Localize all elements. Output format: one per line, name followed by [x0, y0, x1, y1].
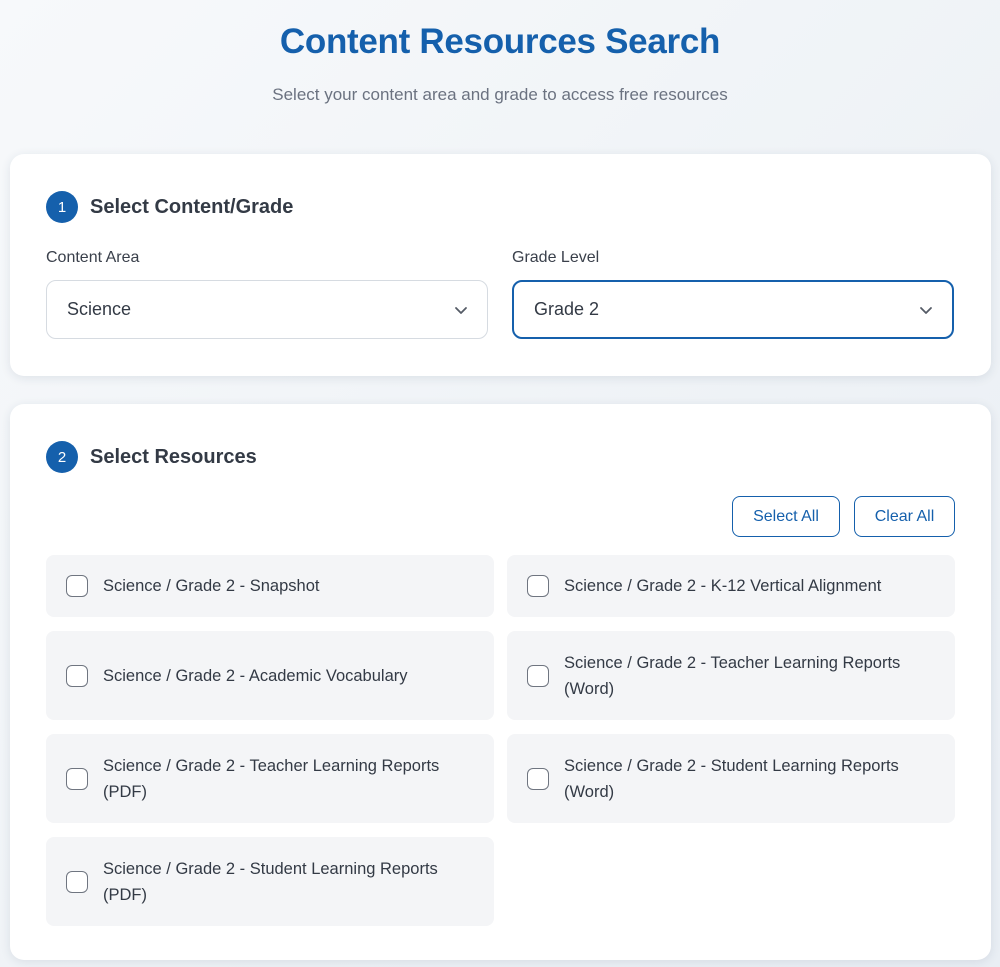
resource-label: Science / Grade 2 - Teacher Learning Rep…: [564, 653, 901, 698]
grade-level-value: Grade 2: [534, 299, 600, 319]
grade-level-select[interactable]: Grade 2: [512, 280, 954, 339]
chevron-down-icon: [455, 306, 467, 314]
grade-level-label: Grade Level: [512, 249, 600, 266]
content-area-label: Content Area: [46, 249, 140, 266]
resource-item-snapshot[interactable]: Science / Grade 2 - Snapshot: [46, 555, 494, 617]
resource-label: Science / Grade 2 - K-12 Vertical Alignm…: [564, 577, 882, 595]
resource-item-academic-vocabulary[interactable]: Science / Grade 2 - Academic Vocabulary: [46, 631, 494, 720]
resource-label: Science / Grade 2 - Student Learning Rep…: [564, 756, 899, 801]
resource-label: Science / Grade 2 - Teacher Learning Rep…: [103, 756, 440, 801]
resource-item-teacher-reports-pdf[interactable]: Science / Grade 2 - Teacher Learning Rep…: [46, 734, 494, 823]
checkbox-unchecked-icon[interactable]: [527, 575, 549, 597]
checkbox-unchecked-icon[interactable]: [66, 664, 88, 687]
checkbox-unchecked-icon[interactable]: [66, 575, 88, 597]
page-subtitle: Select your content area and grade to ac…: [272, 85, 728, 104]
checkbox-unchecked-icon[interactable]: [527, 767, 549, 790]
resource-item-student-reports-pdf[interactable]: Science / Grade 2 - Student Learning Rep…: [46, 837, 494, 926]
chevron-down-icon: [920, 306, 932, 314]
checkbox-unchecked-icon[interactable]: [66, 767, 88, 790]
resource-label: Science / Grade 2 - Snapshot: [103, 577, 320, 595]
content-area-value: Science: [67, 299, 132, 319]
resource-item-student-reports-word[interactable]: Science / Grade 2 - Student Learning Rep…: [507, 734, 955, 823]
resource-label: Science / Grade 2 - Academic Vocabulary: [103, 666, 408, 685]
clear-all-button[interactable]: Clear All: [854, 496, 955, 537]
content-grade-card: 1 Select Content/Grade Content Area Scie…: [10, 154, 991, 376]
content-area-select[interactable]: Science: [46, 280, 488, 339]
resource-label: Science / Grade 2 - Student Learning Rep…: [103, 859, 438, 904]
page-title: Content Resources Search: [279, 22, 721, 61]
step-2-header: 2 Select Resources: [46, 441, 257, 473]
step-1-header: 1 Select Content/Grade: [46, 191, 293, 223]
checkbox-unchecked-icon[interactable]: [66, 870, 88, 893]
resource-item-vertical-alignment[interactable]: Science / Grade 2 - K-12 Vertical Alignm…: [507, 555, 955, 617]
step-1-badge: 1: [46, 191, 78, 223]
checkbox-unchecked-icon[interactable]: [527, 664, 549, 687]
resource-item-teacher-reports-word[interactable]: Science / Grade 2 - Teacher Learning Rep…: [507, 631, 955, 720]
select-all-button[interactable]: Select All: [732, 496, 840, 537]
step-1-title: Select Content/Grade: [90, 195, 294, 218]
resources-card: 2 Select Resources Select All Clear All …: [10, 404, 991, 960]
step-2-title: Select Resources: [90, 445, 257, 468]
step-2-badge: 2: [46, 441, 78, 473]
